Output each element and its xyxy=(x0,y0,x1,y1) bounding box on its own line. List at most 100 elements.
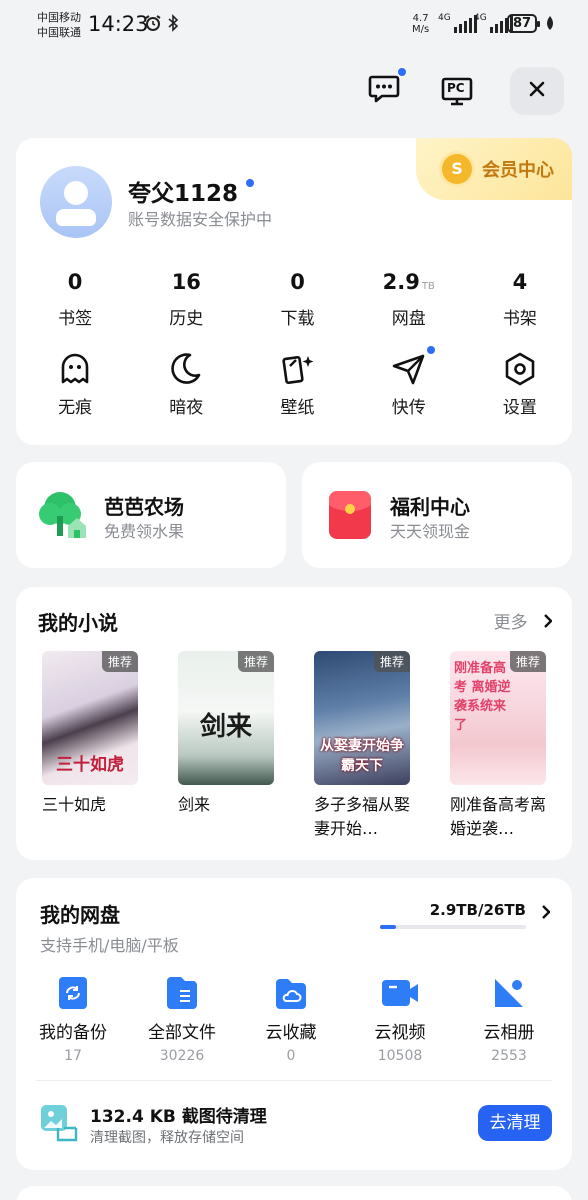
signal-2-label: 4G xyxy=(474,13,487,23)
vip-center-label: 会员中心 xyxy=(482,160,554,181)
book-item[interactable]: 推荐 三十如虎 三十如虎 xyxy=(42,651,138,817)
stat-bookshelf[interactable]: 4 书架 xyxy=(468,270,572,329)
stat-value: 4 xyxy=(512,270,528,294)
category-count: 0 xyxy=(286,1048,296,1064)
tool-label: 壁纸 xyxy=(280,398,315,418)
avatar[interactable] xyxy=(40,166,112,238)
netdisk-usage[interactable]: 2.9TB/26TB xyxy=(430,901,526,919)
book-cover: 推荐 剑来 xyxy=(178,651,274,785)
close-button[interactable] xyxy=(510,67,564,115)
net-speed: 4.7 M/s xyxy=(412,13,429,35)
message-button[interactable] xyxy=(366,68,406,108)
promo-subtitle: 免费领水果 xyxy=(104,522,185,541)
tool-settings[interactable]: 设置 xyxy=(468,352,572,418)
stats-row: 0 书签 16 历史 0 下载 2.9 TB 网盘 4 书架 xyxy=(16,270,572,329)
stat-bookmarks[interactable]: 0 书签 xyxy=(23,270,127,329)
tool-label: 快传 xyxy=(391,398,426,418)
cover-text: 刚准备高考 离婚逆袭系统来了 xyxy=(454,661,511,733)
net-speed-unit: M/s xyxy=(412,24,430,35)
category-count: 10508 xyxy=(377,1048,423,1064)
book-cover: 推荐 刚准备高考 离婚逆袭系统来了 xyxy=(450,651,546,785)
netdisk-subtitle: 支持手机/电脑/平板 xyxy=(40,936,179,955)
battery-indicator: 87 xyxy=(507,14,540,33)
photo-icon xyxy=(457,976,561,1010)
profile-dot xyxy=(246,179,255,187)
stat-value: 16 xyxy=(171,270,201,294)
username-text: 夸父1128 xyxy=(128,181,239,207)
tool-label: 无痕 xyxy=(58,398,93,418)
book-item[interactable]: 推荐 刚准备高考 离婚逆袭系统来了 刚准备高考离婚逆袭… xyxy=(450,651,546,841)
farm-promo-card[interactable]: 芭芭农场 免费领水果 xyxy=(16,462,286,568)
welfare-promo-card[interactable]: 福利中心 天天领现金 xyxy=(302,462,572,568)
recommend-tag: 推荐 xyxy=(237,651,274,672)
tool-incognito[interactable]: 无痕 xyxy=(23,352,127,418)
cloud-folder-icon xyxy=(239,976,343,1010)
stat-value: 0 xyxy=(67,270,83,294)
tool-wallpaper[interactable]: 壁纸 xyxy=(245,352,349,418)
stat-label: 下载 xyxy=(280,309,315,329)
file-icon xyxy=(130,976,234,1010)
stat-label: 书架 xyxy=(502,309,537,329)
account-security-text: 账号数据安全保护中 xyxy=(128,210,273,229)
netdisk-title: 我的网盘 xyxy=(40,903,120,927)
promo-subtitle: 天天领现金 xyxy=(390,522,471,541)
stat-value: 0 xyxy=(290,270,305,294)
vip-coin-icon: S xyxy=(442,154,472,184)
tool-dark-mode[interactable]: 暗夜 xyxy=(134,352,238,418)
book-cover: 推荐 从娶妻开始争霸天下 xyxy=(314,651,410,785)
carrier-2: 中国联通 xyxy=(37,26,81,39)
novels-more-link[interactable]: 更多 xyxy=(494,608,553,633)
category-label: 我的备份 xyxy=(39,1023,107,1043)
book-title: 刚准备高考离婚逆袭… xyxy=(450,795,547,838)
username[interactable]: 夸父1128 xyxy=(128,174,255,208)
category-label: 全部文件 xyxy=(148,1023,216,1043)
book-title: 多子多福从娶妻开始… xyxy=(314,795,411,838)
tool-quick-send[interactable]: 快传 xyxy=(357,346,461,418)
screenshot-cleanup-icon xyxy=(40,1104,78,1146)
category-cloud-favorites[interactable]: 云收藏 0 xyxy=(239,976,343,1064)
book-item[interactable]: 推荐 剑来 剑来 xyxy=(178,651,274,817)
video-icon xyxy=(348,976,452,1010)
promo-title: 芭芭农场 xyxy=(104,495,184,519)
book-cover: 推荐 三十如虎 xyxy=(42,651,138,785)
vip-center-button[interactable]: S 会员中心 xyxy=(416,138,572,200)
tool-label: 暗夜 xyxy=(169,398,204,418)
red-envelope-icon xyxy=(328,490,372,544)
quick-send-dot xyxy=(426,346,435,354)
settings-icon xyxy=(468,352,572,386)
stat-label: 书签 xyxy=(58,309,93,329)
chevron-right-icon[interactable] xyxy=(541,904,551,923)
stat-downloads[interactable]: 0 下载 xyxy=(245,270,349,329)
category-backup[interactable]: 我的备份 17 xyxy=(21,976,125,1064)
paper-plane-icon xyxy=(357,352,461,386)
carrier-names: 中国移动 中国联通 xyxy=(37,10,81,40)
category-label: 云收藏 xyxy=(265,1023,317,1043)
stat-netdisk[interactable]: 2.9 TB 网盘 xyxy=(357,270,461,329)
promo-title: 福利中心 xyxy=(390,495,470,519)
stat-label: 历史 xyxy=(169,309,204,329)
my-novels-card: 我的小说 更多 推荐 三十如虎 三十如虎 推荐 剑来 剑来 推荐 从娶妻开始争霸… xyxy=(16,587,572,860)
chevron-right-icon xyxy=(543,613,553,633)
book-title: 三十如虎 xyxy=(42,795,107,814)
category-cloud-album[interactable]: 云相册 2553 xyxy=(457,976,561,1064)
signal-1-icon: 4G xyxy=(438,13,477,33)
category-count: 30226 xyxy=(159,1048,205,1064)
message-unread-dot xyxy=(398,68,406,76)
recommend-tag: 推荐 xyxy=(373,651,410,672)
pc-icon: PC xyxy=(441,76,473,108)
tool-label: 设置 xyxy=(502,398,537,418)
pc-button[interactable]: PC xyxy=(440,75,474,109)
category-count: 2553 xyxy=(491,1048,527,1064)
recommend-tag: 推荐 xyxy=(101,651,138,672)
profile-card: 夸父1128 账号数据安全保护中 S 会员中心 0 书签 16 历史 0 下载 … xyxy=(16,138,572,445)
backup-icon xyxy=(21,976,125,1010)
stat-history[interactable]: 16 历史 xyxy=(134,270,238,329)
cleanup-button[interactable]: 去清理 xyxy=(478,1105,552,1141)
book-item[interactable]: 推荐 从娶妻开始争霸天下 多子多福从娶妻开始… xyxy=(314,651,410,841)
carrier-1: 中国移动 xyxy=(37,11,81,24)
novels-title: 我的小说 xyxy=(38,611,118,635)
category-cloud-video[interactable]: 云视频 10508 xyxy=(348,976,452,1064)
clock: 14:23 xyxy=(88,12,149,36)
pc-label: PC xyxy=(447,81,465,95)
category-all-files[interactable]: 全部文件 30226 xyxy=(130,976,234,1064)
